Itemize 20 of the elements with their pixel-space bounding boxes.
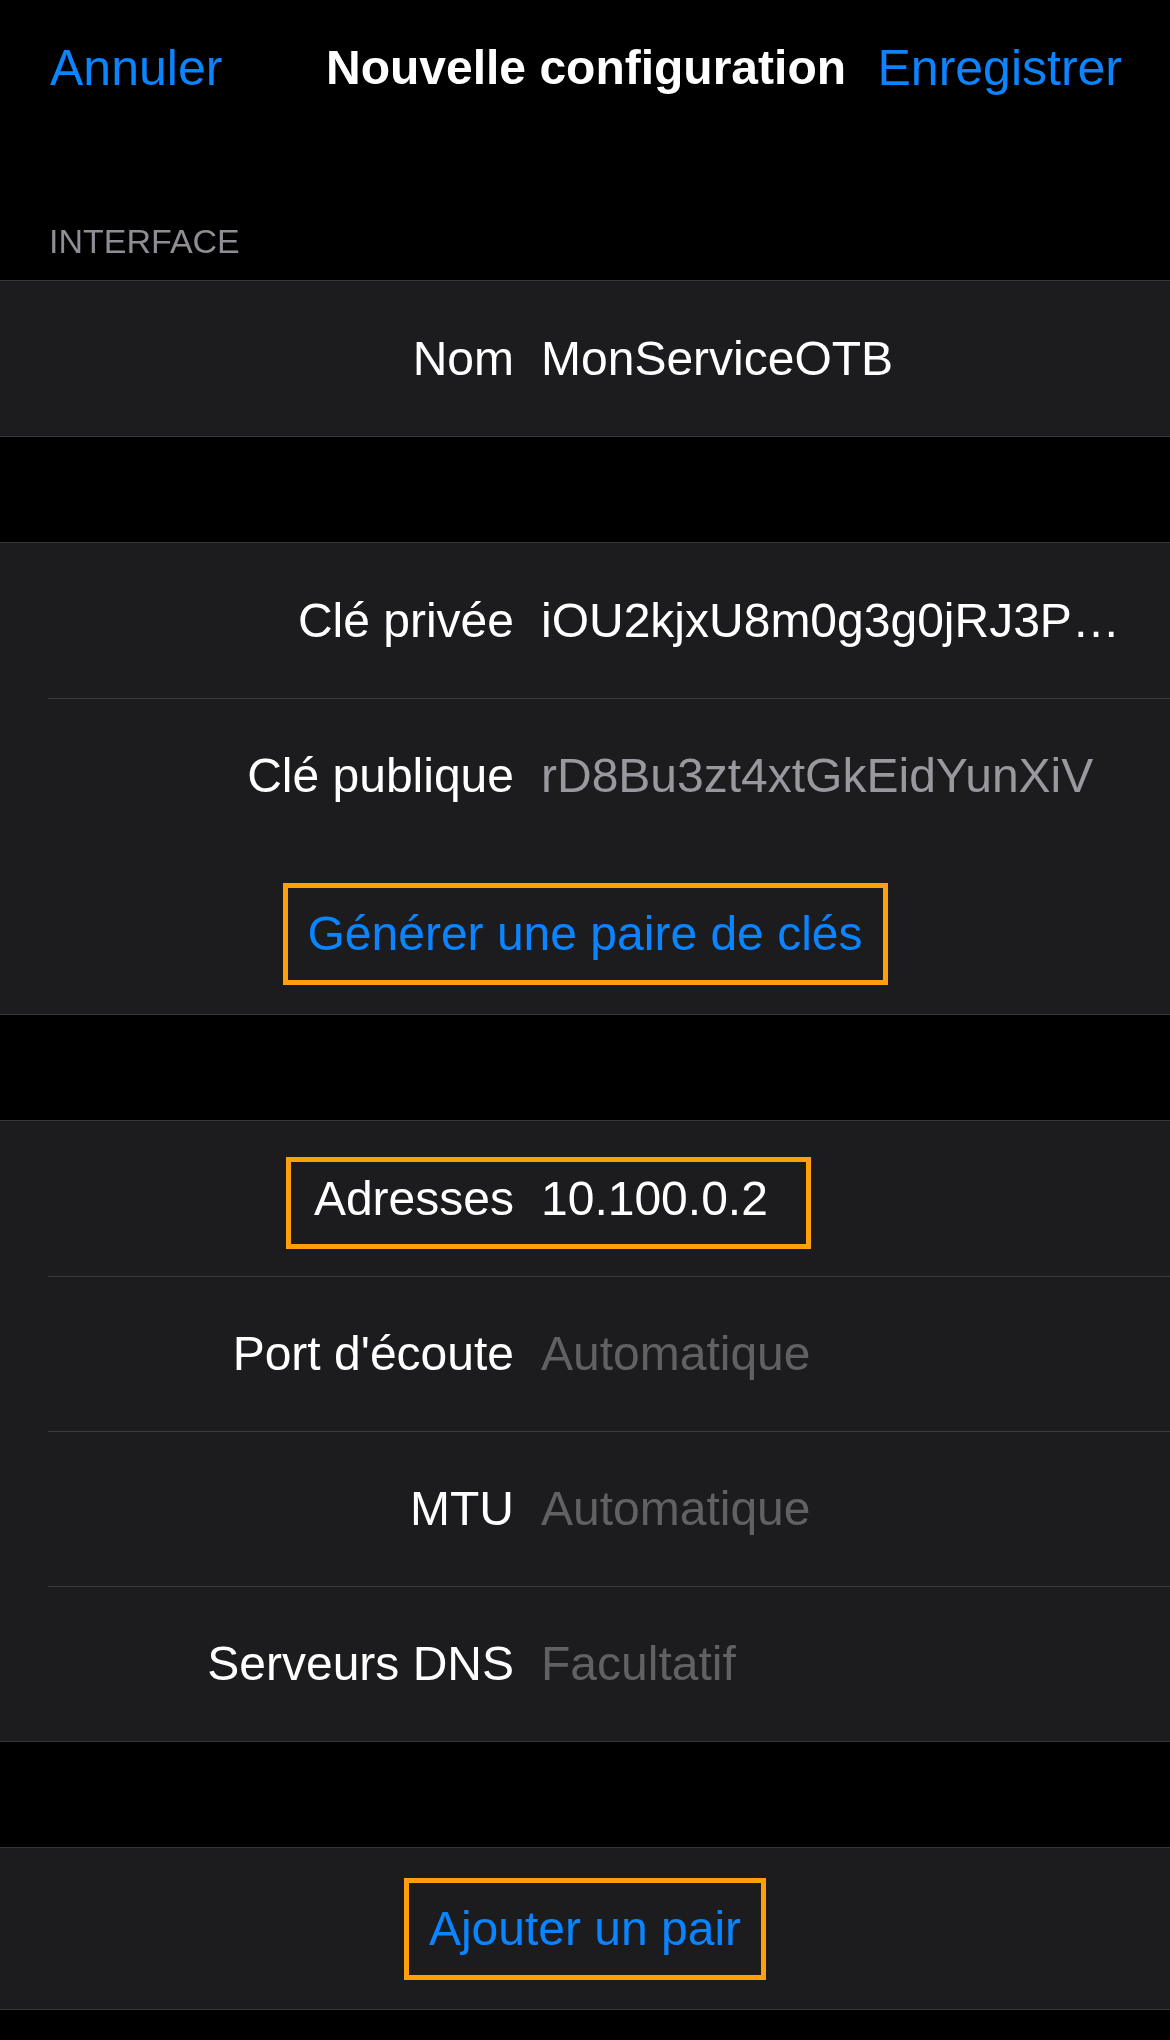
text-button[interactable]: Générer une paire de clés xyxy=(282,882,888,985)
field-label: Port d'écoute xyxy=(232,1325,514,1382)
input-field[interactable]: Automatique xyxy=(541,1480,811,1537)
field-label: Serveurs DNS xyxy=(207,1635,514,1692)
input-field[interactable]: 10.100.0.2 xyxy=(541,1170,768,1227)
field-label: MTU xyxy=(410,1480,514,1537)
cancel-button[interactable]: Annuler xyxy=(50,39,223,97)
input-field[interactable]: Facultatif xyxy=(541,1635,736,1692)
field-label: Clé privée xyxy=(297,592,514,649)
save-button[interactable]: Enregistrer xyxy=(877,39,1122,97)
section-header: INTERFACE xyxy=(49,221,240,261)
field-label: Adresses xyxy=(313,1170,514,1227)
nav-title: Nouvelle configuration xyxy=(326,40,846,96)
value-text: rD8Bu3zt4xtGkEidYunXiV xyxy=(541,747,1094,804)
field-label: Clé publique xyxy=(247,747,514,804)
field-label: Nom xyxy=(412,330,514,387)
input-field[interactable]: Automatique xyxy=(541,1325,811,1382)
input-field[interactable]: iOU2kjxU8m0g3g0jRJ3P… xyxy=(541,592,1120,649)
text-button[interactable]: Ajouter un pair xyxy=(403,1877,767,1980)
input-field[interactable]: MonServiceOTB xyxy=(541,330,894,387)
